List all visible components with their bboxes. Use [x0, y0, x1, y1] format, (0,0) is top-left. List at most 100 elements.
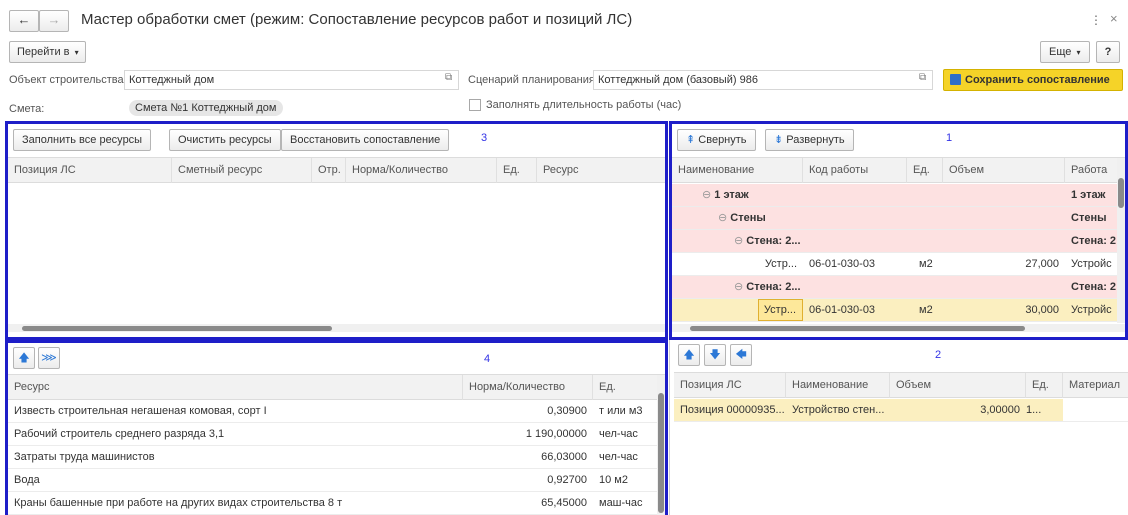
move-up-button[interactable]: 🡅 — [678, 344, 700, 366]
collapse-node-icon[interactable]: ⊖ — [702, 189, 714, 201]
close-icon[interactable]: × — [1110, 11, 1118, 26]
tree-row-name: Устр... — [758, 299, 803, 321]
column-header[interactable]: Объем — [943, 158, 1065, 183]
estimate-label: Смета: — [9, 103, 45, 115]
tree-row-group[interactable]: ⊖ 1 этаж 1 этаж — [672, 184, 1117, 207]
collapse-node-icon[interactable]: ⊖ — [734, 235, 746, 247]
tree-row-group[interactable]: ⊖ Стена: 2... Стена: 2 — [672, 230, 1117, 253]
collapse-node-icon[interactable]: ⊖ — [734, 281, 746, 293]
scenario-field[interactable]: Коттеджный дом (базовый) 986 — [593, 70, 933, 90]
column-header[interactable]: Код работы — [803, 158, 907, 183]
panel-number-4: 4 — [484, 353, 491, 365]
object-field[interactable]: Коттеджный дом — [124, 70, 459, 90]
more-button[interactable]: Еще ▾ — [1040, 41, 1090, 63]
save-mapping-button[interactable]: Сохранить сопоставление — [943, 69, 1123, 91]
tree-row-item[interactable]: Устр... 06-01-030-03 м2 27,000 Устройс — [672, 253, 1117, 276]
panel-number-1: 1 — [946, 132, 953, 144]
resource-norm: 65,45000 — [541, 497, 587, 509]
resource-name: Вода — [14, 474, 40, 486]
resource-norm: 0,92700 — [547, 474, 587, 486]
scrollbar-thumb[interactable] — [658, 393, 664, 513]
tree-row-work: Стены — [1071, 212, 1107, 224]
tree-row-group[interactable]: ⊖ Стена: 2... Стена: 2 — [672, 276, 1117, 299]
column-header[interactable]: Ед. — [593, 375, 657, 400]
move-back-button[interactable]: 🡄 — [730, 344, 752, 366]
column-header[interactable]: Наименование — [786, 373, 890, 398]
forward-button[interactable]: → — [39, 10, 69, 32]
table-row[interactable]: Рабочий строитель среднего разряда 3,1 1… — [8, 423, 657, 446]
tree-row-unit: м2 — [919, 304, 933, 316]
table-row[interactable]: Затраты труда машинистов 66,03000 чел-ча… — [8, 446, 657, 469]
transfer-button[interactable]: ⋙ — [38, 347, 60, 369]
open-object-icon[interactable]: ⧉ — [445, 72, 452, 83]
resource-name: Затраты труда машинистов — [14, 451, 155, 463]
resource-unit: чел-час — [599, 428, 638, 440]
fill-all-resources-button[interactable]: Заполнить все ресурсы — [13, 129, 152, 151]
collapse-label: Свернуть — [698, 134, 747, 146]
tree-row-work: Устройс — [1071, 258, 1112, 270]
estimate-field[interactable]: Смета №1 Коттеджный дом — [124, 98, 459, 118]
column-header[interactable]: Ед. — [907, 158, 943, 183]
panel-number-3: 3 — [481, 132, 488, 144]
move-up-button[interactable]: 🡅 — [13, 347, 35, 369]
more-actions-icon[interactable]: ⋮ — [1090, 13, 1102, 27]
column-header[interactable]: Объем — [890, 373, 1026, 398]
resource-name: Рабочий строитель среднего разряда 3,1 — [14, 428, 225, 440]
scrollbar-thumb[interactable] — [1118, 178, 1124, 208]
tree-row-work: 1 этаж — [1071, 189, 1106, 201]
vertical-scrollbar[interactable] — [1117, 158, 1125, 323]
table-header: Позиция ЛС Наименование Объем Ед. Матери… — [674, 372, 1128, 398]
table-row[interactable]: Известь строительная негашеная комовая, … — [8, 400, 657, 423]
goto-label: Перейти в — [17, 46, 70, 58]
clear-resources-button[interactable]: Очистить ресурсы — [169, 129, 281, 151]
move-down-button[interactable]: 🡇 — [704, 344, 726, 366]
position-volume: 3,00000 — [980, 404, 1020, 416]
column-header[interactable]: Норма/Количество — [346, 158, 497, 183]
object-value: Коттеджный дом — [129, 74, 215, 86]
goto-button[interactable]: Перейти в ▾ — [9, 41, 86, 63]
resource-name: Известь строительная негашеная комовая, … — [14, 405, 267, 417]
table-row[interactable]: Вода 0,92700 10 м2 — [8, 469, 657, 492]
horizontal-scrollbar[interactable] — [8, 324, 665, 332]
column-header[interactable]: Ресурс — [8, 375, 463, 400]
position-name: Устройство стен... — [792, 404, 885, 416]
position-id: Позиция 00000935... — [680, 404, 785, 416]
column-header[interactable]: Материал — [1063, 373, 1128, 398]
horizontal-scrollbar[interactable] — [672, 324, 1125, 332]
tree-row-name: ⊖ 1 этаж — [702, 189, 749, 201]
column-header[interactable]: Наименование — [672, 158, 803, 183]
vertical-scrollbar[interactable] — [657, 375, 665, 515]
column-header[interactable]: Норма/Количество — [463, 375, 593, 400]
collapse-button[interactable]: ⇞ Свернуть — [677, 129, 756, 151]
tree-row-code: 06-01-030-03 — [809, 258, 876, 270]
panel-resource-mapping: Заполнить все ресурсы Очистить ресурсы В… — [5, 121, 668, 340]
expand-icon: ⇟ — [774, 134, 784, 146]
help-button[interactable]: ? — [1096, 41, 1120, 63]
column-header[interactable]: Работа — [1065, 158, 1117, 183]
column-header[interactable]: Ед. — [1026, 373, 1063, 398]
restore-mapping-button[interactable]: Восстановить сопоставление — [281, 129, 450, 151]
chevron-down-icon: ▾ — [1076, 48, 1081, 57]
fill-duration-checkbox[interactable] — [469, 99, 481, 111]
table-header: Позиция ЛС Сметный ресурс Отр. Норма/Кол… — [8, 157, 665, 183]
collapse-node-icon[interactable]: ⊖ — [718, 212, 730, 224]
column-header[interactable]: Позиция ЛС — [8, 158, 172, 183]
column-header[interactable]: Отр. — [312, 158, 346, 183]
column-header[interactable]: Ед. — [497, 158, 537, 183]
column-header[interactable]: Сметный ресурс — [172, 158, 312, 183]
expand-button[interactable]: ⇟ Развернуть — [765, 129, 854, 151]
table-row-selected[interactable]: Позиция 00000935... Устройство стен... 3… — [674, 399, 1128, 422]
resource-unit: чел-час — [599, 451, 638, 463]
tree-row-name: Устр... — [764, 258, 797, 270]
tree-row-group[interactable]: ⊖ Стены Стены — [672, 207, 1117, 230]
column-header[interactable]: Ресурс — [537, 158, 665, 183]
scrollbar-thumb[interactable] — [690, 326, 1025, 331]
chevron-down-icon: ▾ — [74, 48, 79, 57]
scrollbar-thumb[interactable] — [22, 326, 332, 331]
back-button[interactable]: ← — [9, 10, 39, 32]
column-header[interactable]: Позиция ЛС — [674, 373, 786, 398]
open-scenario-icon[interactable]: ⧉ — [919, 72, 926, 83]
tree-row-code: 06-01-030-03 — [809, 304, 876, 316]
table-row[interactable]: Краны башенные при работе на других вида… — [8, 492, 657, 515]
tree-row-selected[interactable]: Устр... 06-01-030-03 м2 30,000 Устройс — [672, 299, 1117, 322]
